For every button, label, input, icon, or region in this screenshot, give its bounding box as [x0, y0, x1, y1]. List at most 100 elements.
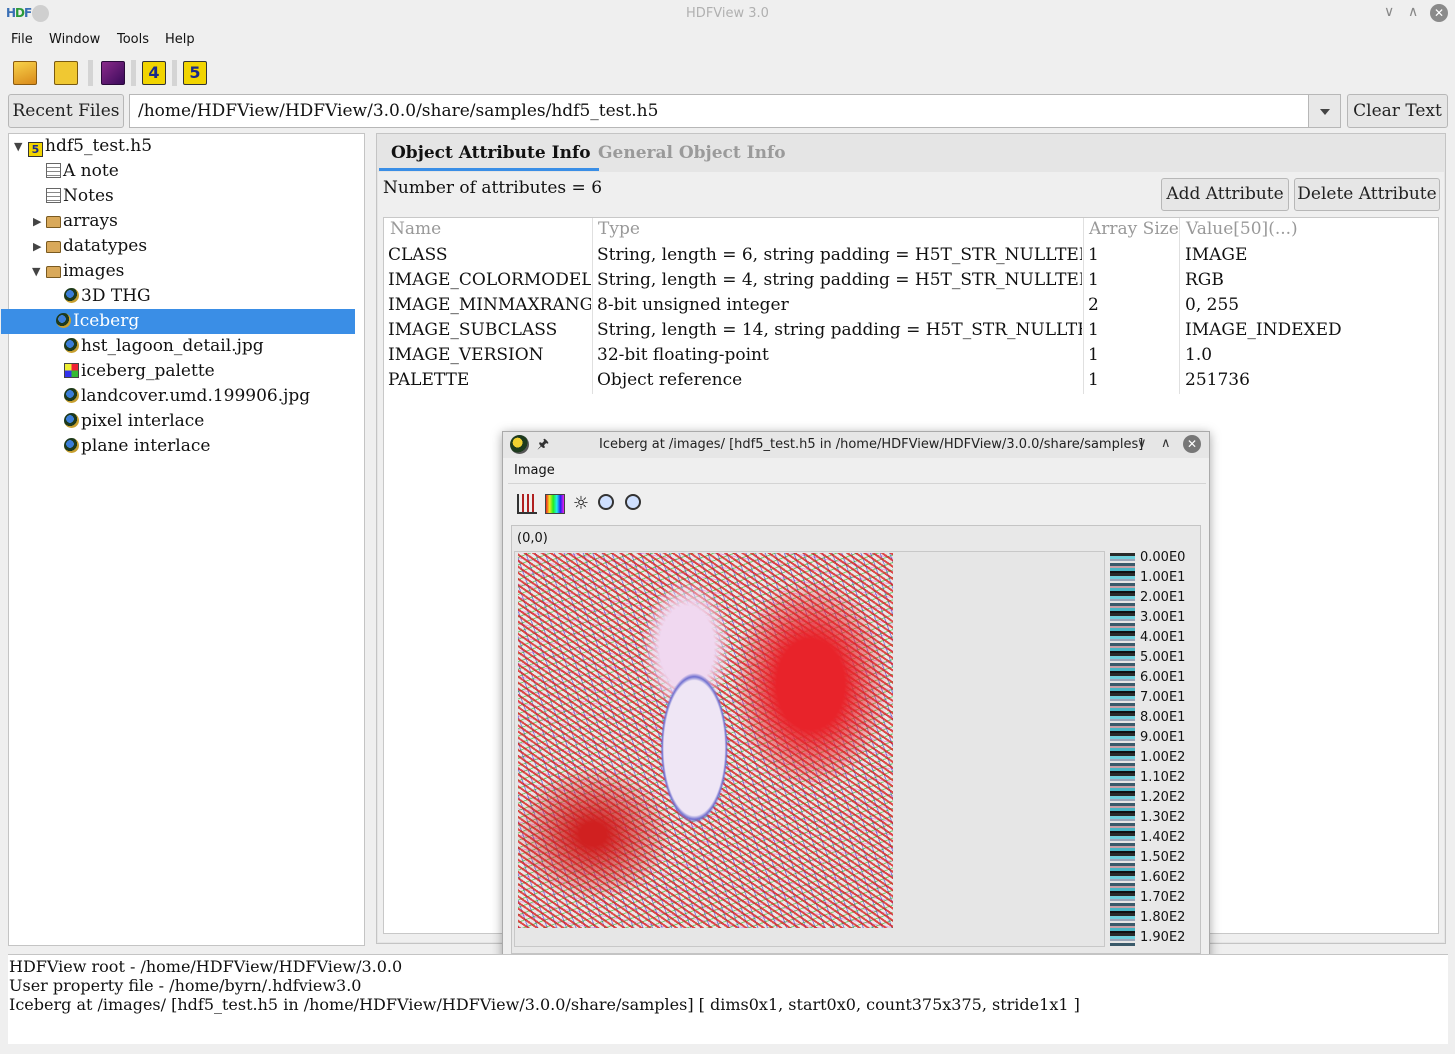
cell-type[interactable]: String, length = 4, string padding = H5T…: [597, 270, 1082, 290]
column-divider: [1179, 218, 1180, 394]
close-icon[interactable]: ✕: [1430, 4, 1448, 22]
image-icon: [64, 438, 79, 453]
cell-value[interactable]: 1.0: [1185, 345, 1212, 365]
tree-node-arrays[interactable]: arrays: [46, 209, 118, 234]
menu-help[interactable]: Help: [165, 32, 195, 47]
tree-node-iceberg-palette[interactable]: iceberg_palette: [64, 359, 215, 384]
minimize-icon[interactable]: ∨: [1384, 4, 1394, 20]
toolbar-separator: [88, 60, 93, 86]
image-window-title: Iceberg at /images/ [hdf5_test.h5 in /ho…: [599, 437, 1144, 452]
recent-files-button[interactable]: Recent Files: [8, 94, 124, 128]
palette-label: 7.00E1: [1140, 690, 1186, 705]
palette-icon[interactable]: [545, 494, 565, 514]
image-window-icon: [510, 435, 529, 454]
folder-icon: [46, 241, 61, 253]
delete-attribute-button[interactable]: Delete Attribute: [1294, 178, 1440, 211]
menu-window[interactable]: Window: [49, 32, 100, 47]
cell-type[interactable]: 8-bit unsigned integer: [597, 295, 1082, 315]
hdf4-library-icon[interactable]: 4: [142, 61, 166, 85]
cell-type[interactable]: String, length = 14, string padding = H5…: [597, 320, 1082, 340]
help-book-icon[interactable]: [101, 61, 125, 85]
cell-array-size[interactable]: 1: [1088, 270, 1099, 290]
tree-node-3d-thg[interactable]: 3D THG: [64, 284, 151, 309]
close-icon[interactable]: ✕: [1183, 435, 1201, 453]
menu-tools[interactable]: Tools: [117, 32, 149, 47]
cell-array-size[interactable]: 1: [1088, 370, 1099, 390]
title-bar: HDF HDFView 3.0 ∨ ∧ ✕: [0, 0, 1455, 28]
folder-icon: [46, 216, 61, 228]
palette-label: 1.60E2: [1140, 870, 1186, 885]
tab-general-object-info[interactable]: General Object Info: [598, 143, 786, 163]
collapse-icon[interactable]: ▼: [32, 265, 40, 278]
cell-type[interactable]: Object reference: [597, 370, 1082, 390]
column-header-type[interactable]: Type: [598, 219, 640, 239]
cell-type[interactable]: 32-bit floating-point: [597, 345, 1082, 365]
tree-node-datatypes[interactable]: datatypes: [46, 234, 147, 259]
collapse-icon[interactable]: ▼: [14, 140, 22, 153]
menu-file[interactable]: File: [11, 32, 33, 47]
column-header-value[interactable]: Value[50](...): [1186, 219, 1298, 239]
palette-label: 9.00E1: [1140, 730, 1186, 745]
cell-name[interactable]: CLASS: [388, 245, 591, 265]
expand-icon[interactable]: ▶: [33, 215, 41, 228]
palette-label: 1.00E1: [1140, 570, 1186, 585]
cell-value[interactable]: IMAGE_INDEXED: [1185, 320, 1342, 340]
palette-label: 4.00E1: [1140, 630, 1186, 645]
tab-object-attribute-info[interactable]: Object Attribute Info: [379, 143, 599, 171]
path-dropdown-button[interactable]: [1308, 94, 1341, 128]
cell-array-size[interactable]: 2: [1088, 295, 1099, 315]
clear-text-button[interactable]: Clear Text: [1347, 94, 1448, 128]
tree-node-images[interactable]: images: [46, 259, 124, 284]
maximize-icon[interactable]: ∧: [1161, 436, 1171, 451]
cell-name[interactable]: IMAGE_SUBCLASS: [388, 320, 591, 340]
maximize-icon[interactable]: ∧: [1408, 4, 1418, 20]
cell-value[interactable]: IMAGE: [1185, 245, 1247, 265]
column-header-array-size[interactable]: Array Size: [1089, 219, 1179, 239]
cell-name[interactable]: IMAGE_COLORMODEL: [388, 270, 591, 290]
cell-array-size[interactable]: 1: [1088, 345, 1099, 365]
tree-node-root[interactable]: 5 hdf5_test.h5: [28, 134, 152, 159]
iceberg-image[interactable]: [518, 553, 893, 928]
status-line: User property file - /home/byrn/.hdfview…: [9, 976, 362, 995]
cell-name[interactable]: PALETTE: [388, 370, 591, 390]
cell-value[interactable]: 251736: [1185, 370, 1250, 390]
tree-node-hst-lagoon[interactable]: hst_lagoon_detail.jpg: [64, 334, 264, 359]
file-path-input[interactable]: /home/HDFView/HDFView/3.0.0/share/sample…: [129, 94, 1309, 128]
status-line: HDFView root - /home/HDFView/HDFView/3.0…: [9, 957, 403, 976]
folder-open-icon: [46, 266, 61, 278]
note-icon: [46, 188, 61, 203]
cell-array-size[interactable]: 1: [1088, 245, 1099, 265]
attribute-count: Number of attributes = 6: [383, 178, 603, 198]
hdf5-library-icon[interactable]: 5: [183, 61, 207, 85]
tree-node-notes[interactable]: Notes: [46, 184, 114, 209]
cell-name[interactable]: IMAGE_VERSION: [388, 345, 591, 365]
palette-label: 5.00E1: [1140, 650, 1186, 665]
pixel-coordinate: (0,0): [517, 531, 548, 546]
cell-value[interactable]: 0, 255: [1185, 295, 1239, 315]
tree-node-plane-interlace[interactable]: plane interlace: [64, 434, 210, 459]
window-title: HDFView 3.0: [686, 6, 769, 21]
brightness-icon[interactable]: ☼: [571, 494, 591, 514]
cell-array-size[interactable]: 1: [1088, 320, 1099, 340]
add-attribute-button[interactable]: Add Attribute: [1161, 178, 1289, 211]
column-divider: [1083, 218, 1084, 394]
minimize-icon[interactable]: ∨: [1137, 436, 1147, 451]
zoom-in-icon[interactable]: [598, 494, 614, 510]
column-header-name[interactable]: Name: [390, 219, 441, 239]
histogram-icon[interactable]: [517, 494, 537, 514]
tree-node-iceberg[interactable]: Iceberg: [1, 309, 355, 334]
expand-icon[interactable]: ▶: [33, 240, 41, 253]
tree-node-pixel-interlace[interactable]: pixel interlace: [64, 409, 204, 434]
pin-icon[interactable]: 🖈: [537, 435, 549, 457]
cell-value[interactable]: RGB: [1185, 270, 1224, 290]
open-file-icon[interactable]: [13, 61, 37, 85]
cell-name[interactable]: IMAGE_MINMAXRANGE: [388, 295, 591, 315]
palette-label: 6.00E1: [1140, 670, 1186, 685]
palette-label: 1.10E2: [1140, 770, 1186, 785]
tree-node-a-note[interactable]: A note: [46, 159, 119, 184]
cell-type[interactable]: String, length = 6, string padding = H5T…: [597, 245, 1082, 265]
tree-node-landcover[interactable]: landcover.umd.199906.jpg: [64, 384, 310, 409]
image-menu[interactable]: Image: [514, 463, 555, 478]
zoom-out-icon[interactable]: [625, 494, 641, 510]
open-folder-icon[interactable]: [54, 61, 78, 85]
